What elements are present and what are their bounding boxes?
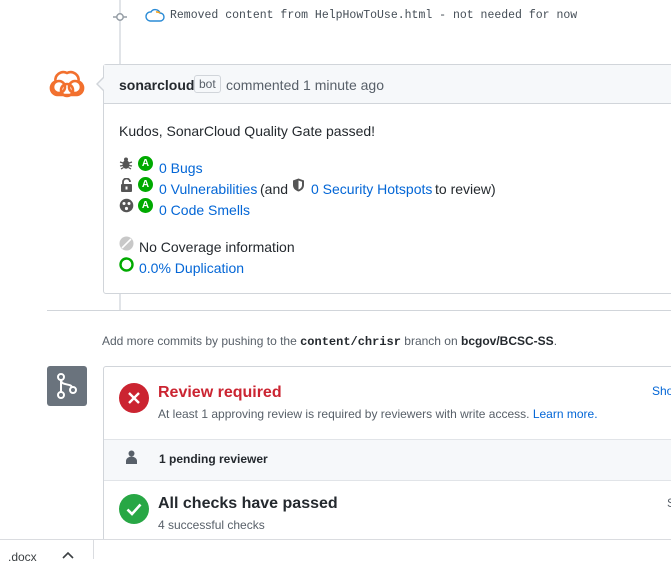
commit-message[interactable]: Removed content from HelpHowToUse.html -… <box>170 9 577 22</box>
chevron-up-icon[interactable] <box>62 551 74 559</box>
download-file-name[interactable]: .docx <box>8 550 37 564</box>
git-merge-icon <box>57 373 77 399</box>
download-bar <box>0 539 671 560</box>
code-smells-link[interactable]: 0 Code Smells <box>159 202 250 218</box>
review-required-desc: At least 1 approving review is required … <box>158 407 598 421</box>
checks-count: 4 successful checks <box>158 518 265 532</box>
duplication-icon <box>119 257 134 272</box>
pending-reviewer-text: 1 pending reviewer <box>159 452 268 466</box>
timeline-separator <box>47 310 671 311</box>
coverage-text: No Coverage information <box>139 239 295 255</box>
commit-icon <box>113 13 127 21</box>
lock-icon <box>121 178 132 192</box>
download-bar-divider <box>93 540 94 559</box>
security-hotspots-link[interactable]: 0 Security Hotspots <box>311 181 432 197</box>
cloud-icon <box>145 8 165 22</box>
bugs-link[interactable]: 0 Bugs <box>159 160 203 176</box>
merge-icon-box <box>47 366 87 406</box>
x-icon <box>128 392 140 404</box>
review-required-text: At least 1 approving review is required … <box>158 407 530 421</box>
grade-a-badge: A <box>138 198 153 213</box>
bot-badge: bot <box>194 75 221 93</box>
shield-icon <box>293 178 304 192</box>
no-coverage-icon <box>119 236 134 251</box>
and-text: (and <box>260 181 289 197</box>
repo-name[interactable]: bcgov/BCSC-SS <box>461 334 554 348</box>
checks-passed-icon <box>119 494 149 524</box>
quality-gate-headline: Kudos, SonarCloud Quality Gate passed! <box>119 123 376 139</box>
to-review-text: to review) <box>435 181 496 197</box>
duplication-link[interactable]: 0.0% Duplication <box>139 260 244 276</box>
code-smell-icon <box>119 198 134 213</box>
push-info-middle: branch on <box>404 334 458 348</box>
push-info-prefix: Add more commits by pushing to the <box>102 334 297 348</box>
push-info: Add more commits by pushing to the conte… <box>102 334 557 349</box>
show-reviewers-link[interactable]: Sho <box>652 384 671 398</box>
check-icon <box>126 503 142 516</box>
person-icon <box>126 450 137 464</box>
branch-name[interactable]: content/chrisr <box>300 335 401 349</box>
sonarcloud-avatar[interactable] <box>47 65 87 105</box>
grade-a-badge: A <box>138 156 153 171</box>
comment-timestamp[interactable]: commented 1 minute ago <box>226 77 384 93</box>
review-required-icon <box>119 383 149 413</box>
checks-passed-title: All checks have passed <box>158 495 338 512</box>
bug-icon <box>119 157 133 170</box>
grade-a-badge: A <box>138 177 153 192</box>
push-info-suffix: . <box>553 334 558 348</box>
learn-more-link[interactable]: Learn more. <box>533 407 598 421</box>
review-required-title: Review required <box>158 384 282 401</box>
vulnerabilities-link[interactable]: 0 Vulnerabilities <box>159 181 257 197</box>
comment-author[interactable]: sonarcloud <box>119 77 194 93</box>
show-checks-link[interactable]: S <box>667 496 671 510</box>
comment-caret-inner <box>98 77 105 91</box>
